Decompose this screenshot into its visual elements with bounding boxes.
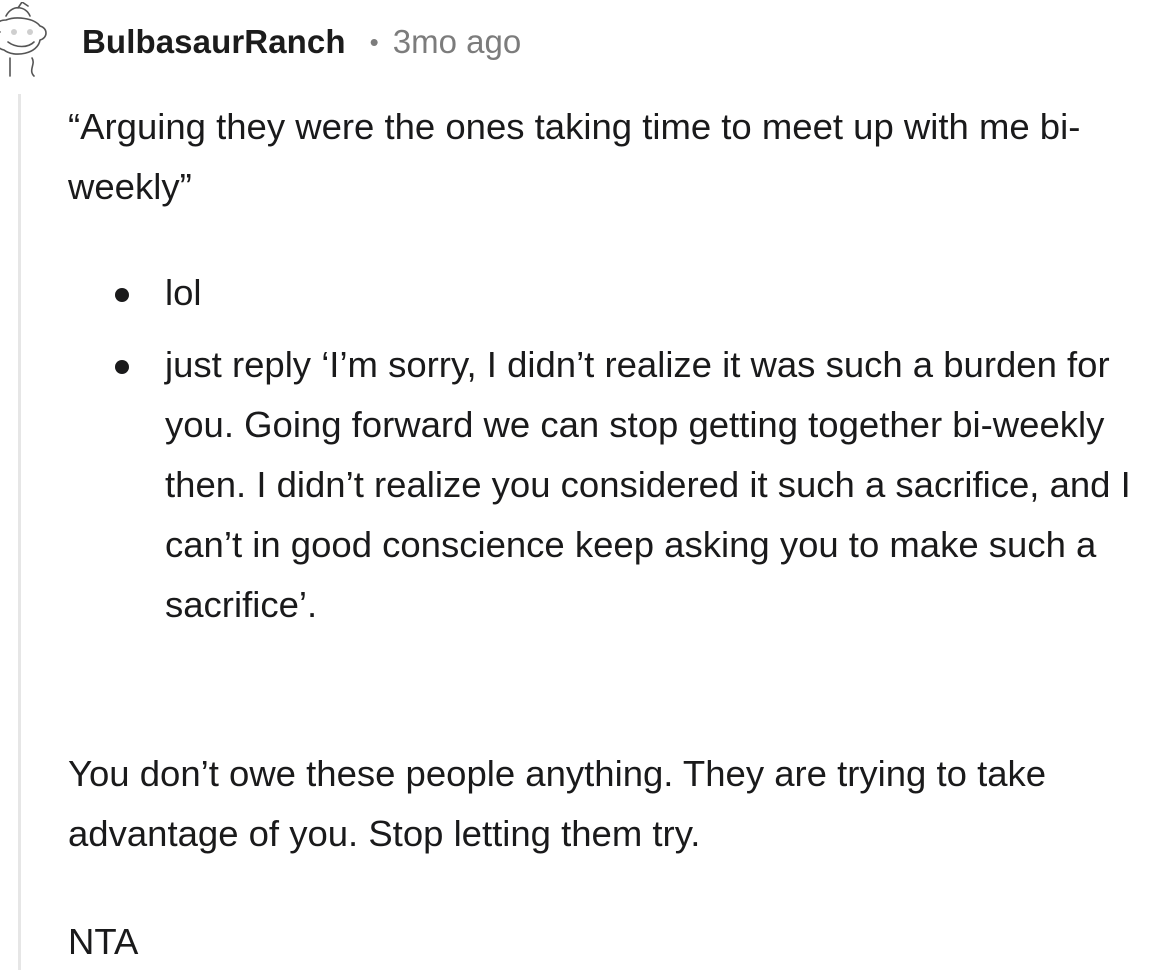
verdict-text: NTA bbox=[68, 921, 139, 962]
comment-paragraph: You don’t owe these people anything. The… bbox=[68, 753, 1047, 854]
list-item: lol bbox=[112, 263, 1157, 323]
avatar[interactable] bbox=[0, 1, 52, 82]
quoted-text: “Arguing they were the ones taking time … bbox=[68, 106, 1081, 207]
username[interactable]: BulbasaurRanch bbox=[82, 23, 346, 61]
snoo-avatar-icon bbox=[0, 1, 47, 77]
meta-separator: • bbox=[369, 26, 379, 57]
timestamp[interactable]: 3mo ago bbox=[393, 23, 521, 61]
thread-line[interactable] bbox=[18, 94, 21, 970]
bullet-list: lol just reply ‘I’m sorry, I didn’t real… bbox=[112, 263, 1157, 647]
list-item: just reply ‘I’m sorry, I didn’t realize … bbox=[112, 335, 1157, 635]
comment-header: BulbasaurRanch • 3mo ago bbox=[82, 18, 521, 66]
